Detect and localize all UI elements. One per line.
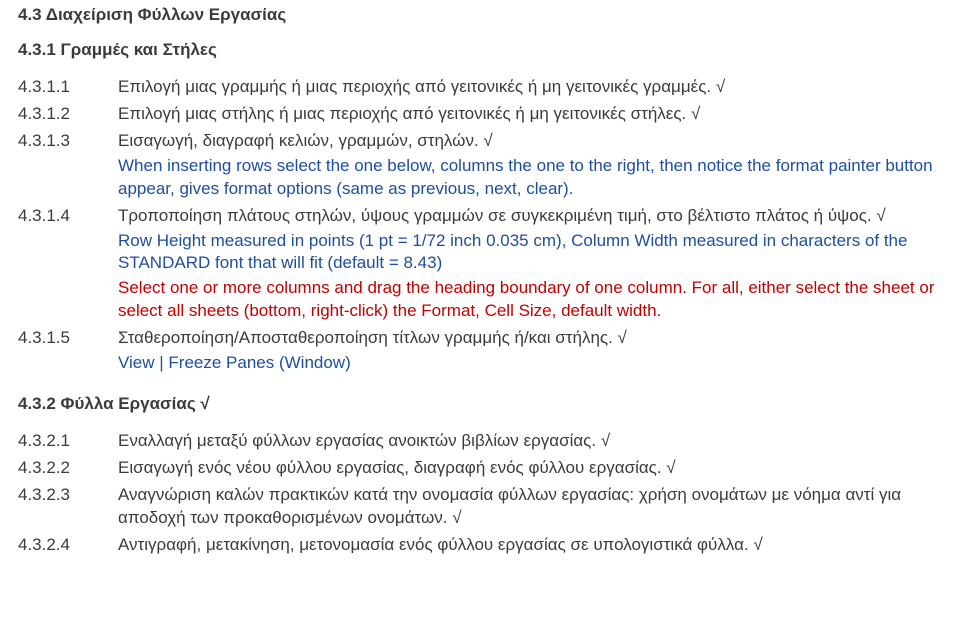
item-4-3-2-2: 4.3.2.2 Εισαγωγή ενός νέου φύλλου εργασί… <box>18 457 942 482</box>
item-4-3-1-2: 4.3.1.2 Επιλογή μιας στήλης ή μιας περιο… <box>18 103 942 128</box>
item-number: 4.3.2.2 <box>18 457 118 480</box>
section-subheading: 4.3.1 Γραμμές και Στήλες <box>18 39 942 62</box>
item-text: Τροποποίηση πλάτους στηλών, ύψους γραμμώ… <box>118 205 942 228</box>
item-text: Αναγνώριση καλών πρακτικών κατά την ονομ… <box>118 484 942 530</box>
item-4-3-1-1: 4.3.1.1 Επιλογή μιας γραμμής ή μιας περι… <box>18 76 942 101</box>
section-subheading-2: 4.3.2 Φύλλα Εργασίας √ <box>18 393 942 416</box>
item-note: View | Freeze Panes (Window) <box>118 352 942 375</box>
item-number: 4.3.2.3 <box>18 484 118 507</box>
item-number: 4.3.1.4 <box>18 205 118 228</box>
item-4-3-1-5: 4.3.1.5 Σταθεροποίηση/Αποσταθεροποίηση τ… <box>18 327 942 377</box>
item-4-3-2-4: 4.3.2.4 Αντιγραφή, μετακίνηση, μετονομασ… <box>18 534 942 559</box>
item-number: 4.3.1.5 <box>18 327 118 350</box>
item-4-3-2-3: 4.3.2.3 Αναγνώριση καλών πρακτικών κατά … <box>18 484 942 532</box>
item-note: Row Height measured in points (1 pt = 1/… <box>118 230 942 276</box>
item-number: 4.3.2.1 <box>18 430 118 453</box>
item-4-3-1-4: 4.3.1.4 Τροποποίηση πλάτους στηλών, ύψου… <box>18 205 942 326</box>
item-number: 4.3.1.3 <box>18 130 118 153</box>
item-note: When inserting rows select the one below… <box>118 155 942 201</box>
item-text: Σταθεροποίηση/Αποσταθεροποίηση τίτλων γρ… <box>118 327 942 350</box>
item-text: Εισαγωγή ενός νέου φύλλου εργασίας, διαγ… <box>118 457 942 480</box>
item-number: 4.3.1.2 <box>18 103 118 126</box>
item-number: 4.3.2.4 <box>18 534 118 557</box>
item-text: Εισαγωγή, διαγραφή κελιών, γραμμών, στηλ… <box>118 130 942 153</box>
item-text: Επιλογή μιας γραμμής ή μιας περιοχής από… <box>118 76 942 99</box>
item-text: Αντιγραφή, μετακίνηση, μετονομασία ενός … <box>118 534 942 557</box>
item-note-red: Select one or more columns and drag the … <box>118 277 942 323</box>
item-4-3-1-3: 4.3.1.3 Εισαγωγή, διαγραφή κελιών, γραμμ… <box>18 130 942 203</box>
item-4-3-2-1: 4.3.2.1 Εναλλαγή μεταξύ φύλλων εργασίας … <box>18 430 942 455</box>
item-text: Εναλλαγή μεταξύ φύλλων εργασίας ανοικτών… <box>118 430 942 453</box>
item-text: Επιλογή μιας στήλης ή μιας περιοχής από … <box>118 103 942 126</box>
item-number: 4.3.1.1 <box>18 76 118 99</box>
section-heading: 4.3 Διαχείριση Φύλλων Εργασίας <box>18 4 942 27</box>
